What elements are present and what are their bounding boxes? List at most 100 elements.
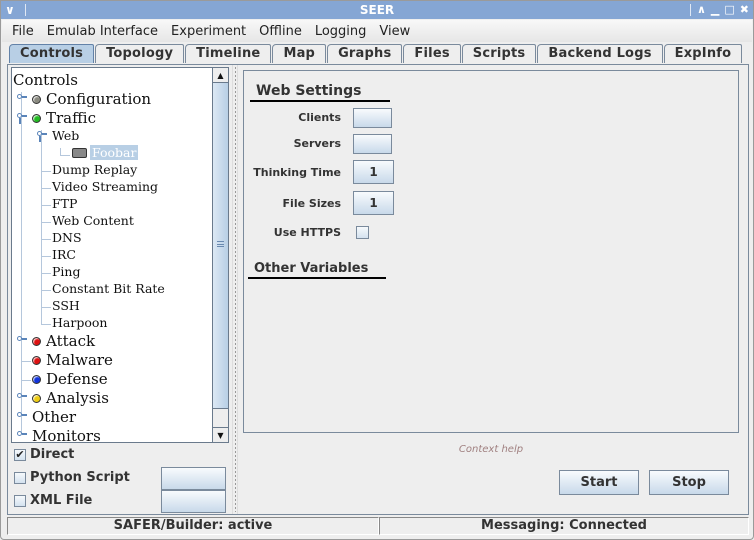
split-pane-divider[interactable] [232,65,238,514]
expand-handle-icon[interactable] [17,392,27,401]
menu-view[interactable]: View [379,24,410,39]
tab-scripts[interactable]: Scripts [461,44,537,63]
thinking-time-field[interactable]: 1 [353,160,394,184]
scrollbar-thumb[interactable] [213,83,228,409]
xml-file-checkbox[interactable] [14,494,26,507]
tree-item-ftp[interactable]: FTP [52,196,77,211]
collapse-handle-icon[interactable] [37,130,47,142]
tree-item-defense[interactable]: Defense [32,370,108,388]
tree-connector [41,188,51,189]
menu-logging[interactable]: Logging [315,24,367,39]
tree-item-other[interactable]: Other [32,408,76,426]
tree-item-dns[interactable]: DNS [52,230,82,245]
option-python-script[interactable]: Python Script [14,470,130,485]
clients-label: Clients [298,111,341,124]
controls-tab-content: Controls Configuration Traffic Web Fooba… [7,64,749,515]
tree-item-label: Foobar [90,145,139,160]
tree-item-foobar[interactable]: Foobar [72,145,139,160]
restore-icon[interactable]: ∧ [697,1,706,19]
collapse-handle-icon[interactable] [17,112,27,124]
tree-connector [41,290,51,291]
scroll-down-icon[interactable]: ▼ [213,427,228,442]
tree-connector [21,92,22,434]
builder-status: SAFER/Builder: active [7,517,379,535]
expand-handle-icon[interactable] [17,411,27,420]
menu-file[interactable]: File [12,24,34,39]
expand-handle-icon[interactable] [17,93,27,102]
status-ball-icon [32,356,41,365]
tree-connector [21,361,31,362]
servers-label: Servers [293,137,341,150]
scroll-up-icon[interactable]: ▲ [213,68,228,83]
web-settings-title: Web Settings [250,83,390,102]
tree-item-harpoon[interactable]: Harpoon [52,315,107,330]
menu-offline[interactable]: Offline [259,24,302,39]
tab-files[interactable]: Files [403,44,461,63]
status-ball-icon [32,95,41,104]
xml-file-browse-button[interactable] [161,490,226,513]
expand-handle-icon[interactable] [17,430,27,439]
tab-timeline[interactable]: Timeline [185,44,272,63]
tab-map[interactable]: Map [272,44,327,63]
expand-handle-icon[interactable] [17,335,27,344]
thinking-time-label: Thinking Time [253,166,341,179]
status-ball-icon [32,375,41,384]
servers-field[interactable] [353,134,392,154]
title-separator [689,4,691,16]
tree-connector [60,155,70,156]
python-script-checkbox[interactable] [14,471,26,484]
file-sizes-field[interactable]: 1 [353,191,394,215]
tree-connector [41,130,42,324]
tree-item-constant-bit-rate[interactable]: Constant Bit Rate [52,281,165,296]
stop-button[interactable]: Stop [649,470,729,495]
tree-item-traffic[interactable]: Traffic [32,109,96,127]
option-xml-file[interactable]: XML File [14,493,92,508]
tree-item-analysis[interactable]: Analysis [32,389,109,407]
tab-backend-logs[interactable]: Backend Logs [537,44,663,63]
tree-item-label: Defense [46,370,108,388]
menu-emulab-interface[interactable]: Emulab Interface [47,24,158,39]
tab-expinfo[interactable]: ExpInfo [663,44,743,63]
tree-connector [41,256,51,257]
tab-bar: Controls Topology Timeline Map Graphs Fi… [9,44,743,63]
option-direct[interactable]: ✔ Direct [14,447,74,462]
tab-controls[interactable]: Controls [9,44,95,63]
use-https-label: Use HTTPS [273,226,341,239]
clients-field[interactable] [353,108,392,128]
use-https-checkbox[interactable] [356,226,369,239]
other-variables-title: Other Variables [248,261,386,279]
tree-root-controls[interactable]: Controls [13,71,78,89]
tree-item-label: Attack [46,332,96,350]
seer-window: ∨ SEER ∧ ▁ □ ✖ File Emulab Interface Exp… [0,0,754,540]
tree-connector [41,239,51,240]
file-sizes-label: File Sizes [282,197,341,210]
tree-item-web[interactable]: Web [52,128,79,143]
tree-item-ping[interactable]: Ping [52,264,80,279]
tree-item-attack[interactable]: Attack [32,332,95,350]
tree-scrollbar[interactable]: ▲ ▼ [212,68,228,442]
tree-item-malware[interactable]: Malware [32,351,113,369]
direct-label: Direct [30,447,75,462]
tab-graphs[interactable]: Graphs [327,44,403,63]
minimize-icon[interactable]: ▁ [711,1,719,19]
close-icon[interactable]: ✖ [740,1,749,19]
tree-item-irc[interactable]: IRC [52,247,76,262]
menu-experiment[interactable]: Experiment [171,24,246,39]
tab-topology[interactable]: Topology [95,44,185,63]
tree-item-ssh[interactable]: SSH [52,298,80,313]
tree-connector [41,273,51,274]
tree-item-web-content[interactable]: Web Content [52,213,134,228]
python-script-browse-button[interactable] [161,467,226,490]
status-ball-icon [32,337,41,346]
direct-checkbox[interactable]: ✔ [14,448,26,461]
tree-item-label: Analysis [46,389,109,407]
menu-bar: File Emulab Interface Experiment Offline… [2,20,752,42]
tree-item-configuration[interactable]: Configuration [32,90,151,108]
maximize-icon[interactable]: □ [724,1,734,19]
tree-item-monitors[interactable]: Monitors [32,427,101,442]
grip-icon [217,241,224,247]
start-button[interactable]: Start [559,470,639,495]
python-script-label: Python Script [30,470,130,485]
tree-item-dump-replay[interactable]: Dump Replay [52,162,137,177]
tree-item-video-streaming[interactable]: Video Streaming [52,179,158,194]
